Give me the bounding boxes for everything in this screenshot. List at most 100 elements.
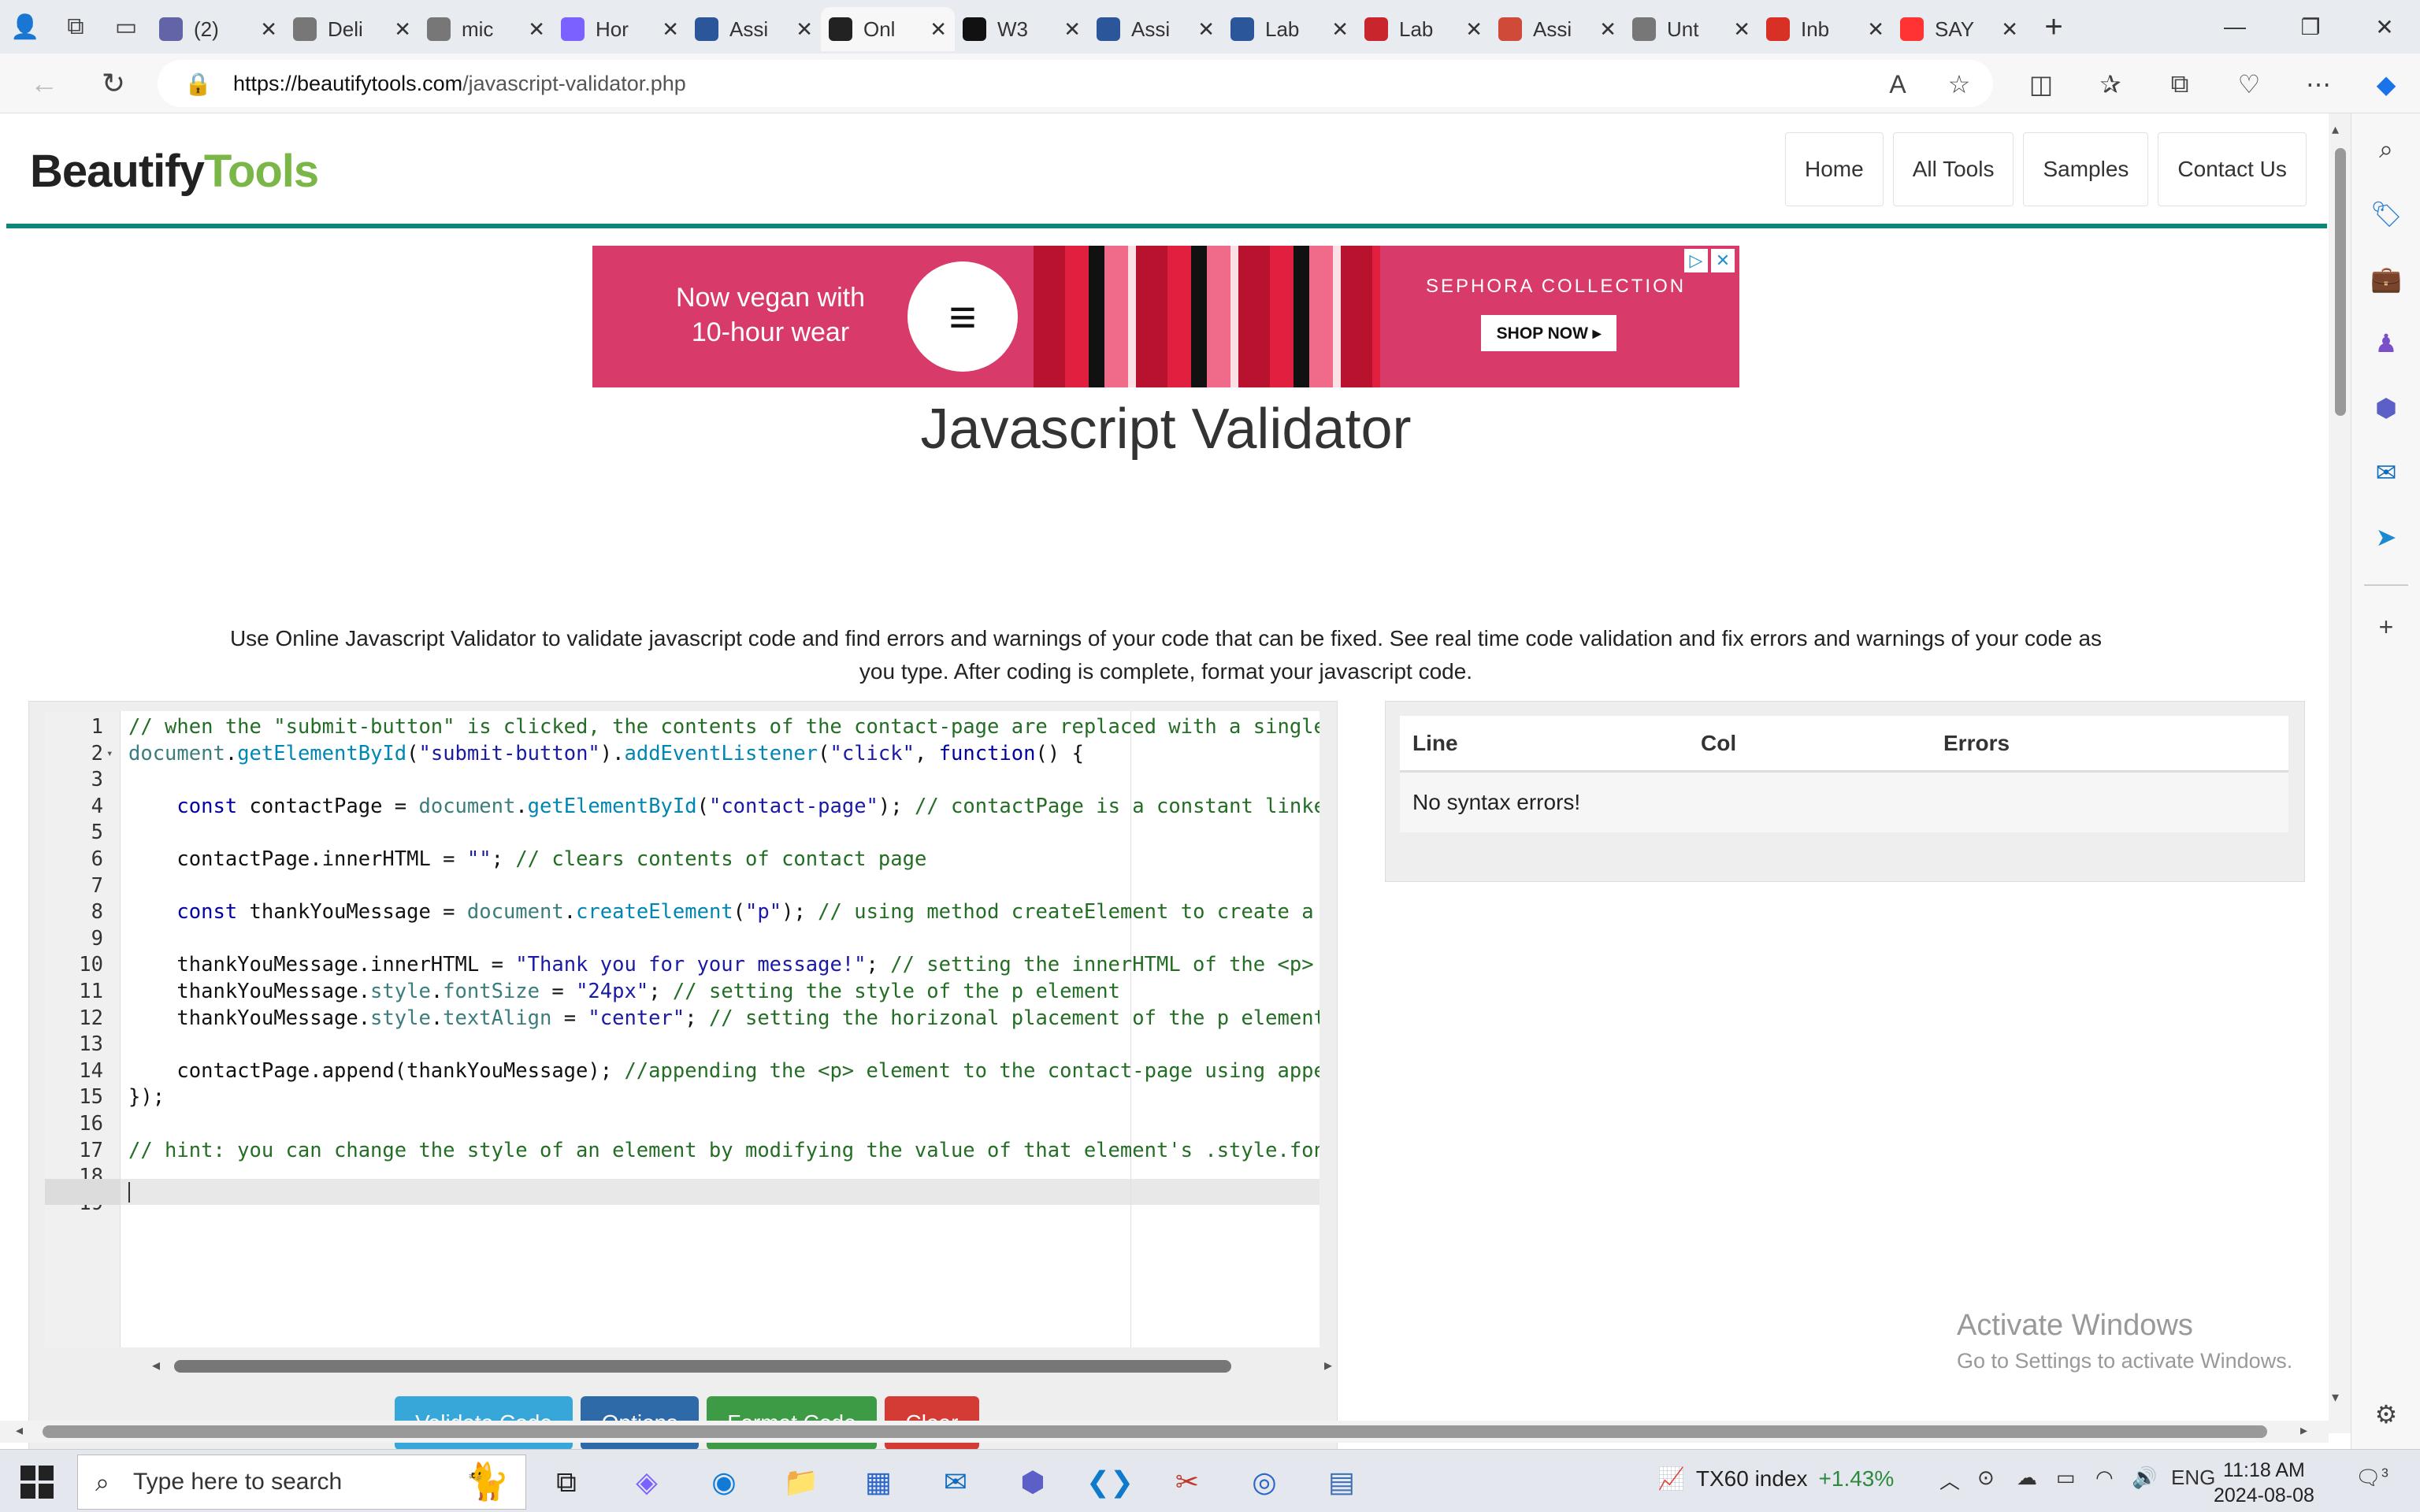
tab-close-icon[interactable]: ✕ <box>1465 17 1483 42</box>
code-line[interactable]: const contactPage = document.getElementB… <box>128 794 1319 820</box>
browser-tab[interactable]: Unt ✕ <box>1624 7 1758 51</box>
meet-now-icon[interactable]: ⊙ <box>1977 1466 1995 1490</box>
search-icon[interactable]: ⌕ <box>2367 131 2405 169</box>
send-icon[interactable]: ➤ <box>2367 518 2405 556</box>
collections-icon[interactable]: ⧉ <box>2160 65 2199 104</box>
new-tab-button[interactable]: + <box>2026 0 2081 54</box>
code-line[interactable]: document.getElementById("submit-button")… <box>128 741 1084 767</box>
task-view-icon[interactable]: ⧉ <box>545 1461 588 1503</box>
tab-close-icon[interactable]: ✕ <box>394 17 411 42</box>
sidebar-settings-gear-icon[interactable]: ⚙ <box>2367 1395 2405 1433</box>
editor-horizontal-scrollbar[interactable]: ◂ ▸ <box>150 1354 1332 1377</box>
read-aloud-icon[interactable]: A <box>1878 65 1917 104</box>
code-line[interactable]: contactPage.append(thankYouMessage); //a… <box>128 1058 1319 1084</box>
code-line[interactable]: thankYouMessage.style.fontSize = "24px";… <box>128 979 1120 1005</box>
close-window-button[interactable]: ✕ <box>2349 0 2420 54</box>
page-scroll-left-icon[interactable]: ◂ <box>16 1422 23 1439</box>
outlook-icon[interactable]: ✉ <box>2367 454 2405 491</box>
browser-tab[interactable]: (2) ✕ <box>151 7 285 51</box>
fold-arrow-icon[interactable]: ▾ <box>106 741 113 767</box>
tab-close-icon[interactable]: ✕ <box>1867 17 1884 42</box>
page-vertical-scrollbar[interactable]: ▴ ▾ <box>2329 113 2351 1433</box>
settings-more-icon[interactable]: ⋯ <box>2299 65 2338 104</box>
snipping-tool-icon[interactable]: ✂ <box>1166 1461 1208 1503</box>
file-explorer-icon[interactable]: 📁 <box>780 1461 822 1503</box>
restore-button[interactable]: ❐ <box>2275 0 2346 54</box>
url-bar[interactable]: 🔒 https://beautifytools.com/javascript-v… <box>158 60 1993 107</box>
volume-icon[interactable]: 🔊 <box>2132 1466 2157 1490</box>
nav-home[interactable]: Home <box>1785 132 1884 206</box>
tab-close-icon[interactable]: ✕ <box>930 17 947 42</box>
notifications-icon[interactable]: 🗨3 <box>2355 1466 2388 1490</box>
browser-tab[interactable]: Lab ✕ <box>1223 7 1357 51</box>
scroll-up-arrow-icon[interactable]: ▴ <box>2332 121 2339 138</box>
code-editor[interactable]: 12345678910111213141516171819▾ // when t… <box>45 711 1319 1347</box>
taskbar-clock[interactable]: 11:18 AM 2024-08-08 <box>2214 1458 2314 1508</box>
language-indicator[interactable]: ENG <box>2171 1466 2215 1490</box>
mail-icon[interactable]: ✉ <box>934 1461 977 1503</box>
games-icon[interactable]: ♟ <box>2367 324 2405 362</box>
nav-all-tools[interactable]: All Tools <box>1892 132 2014 206</box>
lock-icon[interactable]: 🔒 <box>184 71 212 97</box>
tab-close-icon[interactable]: ✕ <box>260 17 277 42</box>
browser-essentials-icon[interactable]: ♡ <box>2229 65 2269 104</box>
windows-start-icon[interactable] <box>20 1466 54 1499</box>
nav-contact-us[interactable]: Contact Us <box>2158 132 2307 206</box>
page-horizontal-scrollbar[interactable]: ◂ ▸ <box>0 1421 2329 1443</box>
nav-samples[interactable]: Samples <box>2023 132 2149 206</box>
ad-close-icon[interactable]: ✕ <box>1711 249 1735 272</box>
browser-tab[interactable]: Lab ✕ <box>1357 7 1490 51</box>
back-button[interactable]: ← <box>22 61 66 106</box>
code-line[interactable]: // hint: you can change the style of an … <box>128 1138 1319 1164</box>
browser-tab[interactable]: mic ✕ <box>419 7 553 51</box>
scroll-down-arrow-icon[interactable]: ▾ <box>2332 1389 2339 1406</box>
browser-tab[interactable]: SAY ✕ <box>1892 7 2026 51</box>
site-logo[interactable]: BeautifyTools <box>30 145 319 198</box>
code-line[interactable]: }); <box>128 1084 165 1110</box>
favorites-icon[interactable]: ✰ <box>2091 65 2130 104</box>
add-sidebar-app-icon[interactable]: + <box>2367 608 2405 646</box>
copilot-taskbar-icon[interactable]: ◈ <box>625 1461 668 1503</box>
code-line[interactable]: const thankYouMessage = document.createE… <box>128 899 1313 925</box>
code-line[interactable]: thankYouMessage.style.textAlign = "cente… <box>128 1006 1319 1032</box>
stock-ticker-widget[interactable]: 📈 TX60 index +1.43% <box>1657 1466 1894 1492</box>
app-taskbar-icon[interactable]: ◎ <box>1243 1461 1286 1503</box>
notepad-icon[interactable]: ▤ <box>1320 1461 1363 1503</box>
tab-close-icon[interactable]: ✕ <box>2001 17 2018 42</box>
workspaces-icon[interactable]: ⧉ <box>50 0 101 54</box>
store-icon[interactable]: ▦ <box>857 1461 900 1503</box>
ad-shop-now-button[interactable]: SHOP NOW ▸ <box>1481 315 1616 351</box>
minimize-button[interactable]: — <box>2199 0 2270 54</box>
browser-tab[interactable]: Assi ✕ <box>687 7 821 51</box>
split-screen-icon[interactable]: ◫ <box>2021 65 2061 104</box>
microsoft-365-icon[interactable]: ⬢ <box>2367 389 2405 427</box>
tab-close-icon[interactable]: ✕ <box>1063 17 1081 42</box>
browser-tab[interactable]: Hor ✕ <box>553 7 687 51</box>
tab-actions-icon[interactable]: ▭ <box>101 0 151 54</box>
shopping-tag-icon[interactable]: 🏷 <box>2367 195 2405 233</box>
scroll-right-arrow-icon[interactable]: ▸ <box>1324 1355 1332 1375</box>
m365-taskbar-icon[interactable]: ⬢ <box>1011 1461 1054 1503</box>
tab-close-icon[interactable]: ✕ <box>1599 17 1616 42</box>
tab-close-icon[interactable]: ✕ <box>796 17 813 42</box>
profile-icon[interactable]: 👤 <box>0 0 50 54</box>
vscode-icon[interactable]: ❮❯ <box>1086 1461 1134 1503</box>
network-icon[interactable]: ◠ <box>2095 1466 2114 1490</box>
code-line[interactable]: // when the "submit-button" is clicked, … <box>128 714 1319 740</box>
adchoices-icon[interactable]: ▷ <box>1684 249 1708 272</box>
tab-close-icon[interactable]: ✕ <box>528 17 545 42</box>
advertisement-banner[interactable]: Now vegan with 10-hour wear ≡ SEPHORA CO… <box>592 246 1739 387</box>
taskbar-search-box[interactable]: ⌕ Type here to search 🐈 <box>77 1455 526 1510</box>
copilot-icon[interactable]: ◆ <box>2366 65 2406 104</box>
browser-tab[interactable]: W3 ✕ <box>955 7 1089 51</box>
tab-close-icon[interactable]: ✕ <box>1331 17 1349 42</box>
tab-close-icon[interactable]: ✕ <box>1197 17 1215 42</box>
browser-tab[interactable]: Assi ✕ <box>1490 7 1624 51</box>
scroll-left-arrow-icon[interactable]: ◂ <box>152 1355 160 1375</box>
code-line[interactable]: contactPage.innerHTML = ""; // clears co… <box>128 847 926 873</box>
show-hidden-icons-icon[interactable]: ︿ <box>1939 1466 1960 1495</box>
page-scroll-right-icon[interactable]: ▸ <box>2300 1422 2307 1439</box>
page-scroll-thumb[interactable] <box>2335 148 2346 416</box>
tab-close-icon[interactable]: ✕ <box>1733 17 1750 42</box>
browser-tab[interactable]: Deli ✕ <box>285 7 419 51</box>
